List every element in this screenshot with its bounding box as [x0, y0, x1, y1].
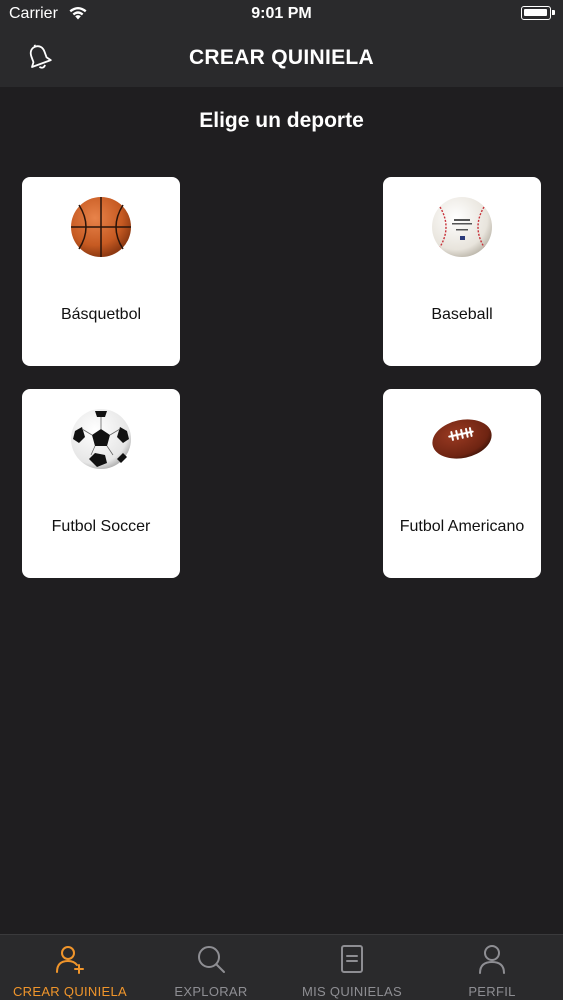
user-icon [479, 945, 505, 974]
baseball-icon [432, 197, 492, 257]
tab-bar: CREAR QUINIELA EXPLORAR MIS QUINIELAS PE… [0, 934, 563, 1000]
clock: 9:01 PM [251, 5, 312, 22]
status-bar: Carrier 9:01 PM [0, 0, 563, 30]
sport-label: Baseball [431, 306, 493, 323]
sport-card-baseball[interactable]: Baseball [383, 177, 541, 366]
navigation-bar: CREAR QUINIELA [0, 30, 563, 87]
tab-label: CREAR QUINIELA [12, 984, 127, 999]
tab-mis-quinielas[interactable]: MIS QUINIELAS [282, 935, 422, 1000]
soccer-ball-icon [71, 409, 131, 469]
battery-icon [521, 6, 555, 20]
sport-label: Futbol Americano [399, 518, 525, 535]
tab-crear-quiniela[interactable]: CREAR QUINIELA [0, 935, 140, 1000]
american-football-icon [432, 419, 492, 459]
tab-label: MIS QUINIELAS [302, 984, 402, 999]
page-title: CREAR QUINIELA [188, 46, 375, 69]
sport-label: Futbol Soccer [51, 518, 151, 535]
tab-label: EXPLORAR [174, 984, 248, 999]
tab-perfil[interactable]: PERFIL [422, 935, 562, 1000]
add-user-icon [56, 946, 84, 974]
sport-card-american-football[interactable]: Futbol Americano [383, 389, 541, 578]
section-heading: Elige un deporte [199, 109, 364, 132]
sport-card-basketball[interactable]: Básquetbol [22, 177, 180, 366]
document-icon [341, 945, 363, 973]
sport-card-soccer[interactable]: Futbol Soccer [22, 389, 180, 578]
sport-label: Básquetbol [60, 306, 142, 323]
search-icon [198, 946, 225, 973]
basketball-icon [71, 197, 131, 257]
tab-label: PERFIL [468, 984, 516, 999]
tab-explorar[interactable]: EXPLORAR [141, 935, 281, 1000]
